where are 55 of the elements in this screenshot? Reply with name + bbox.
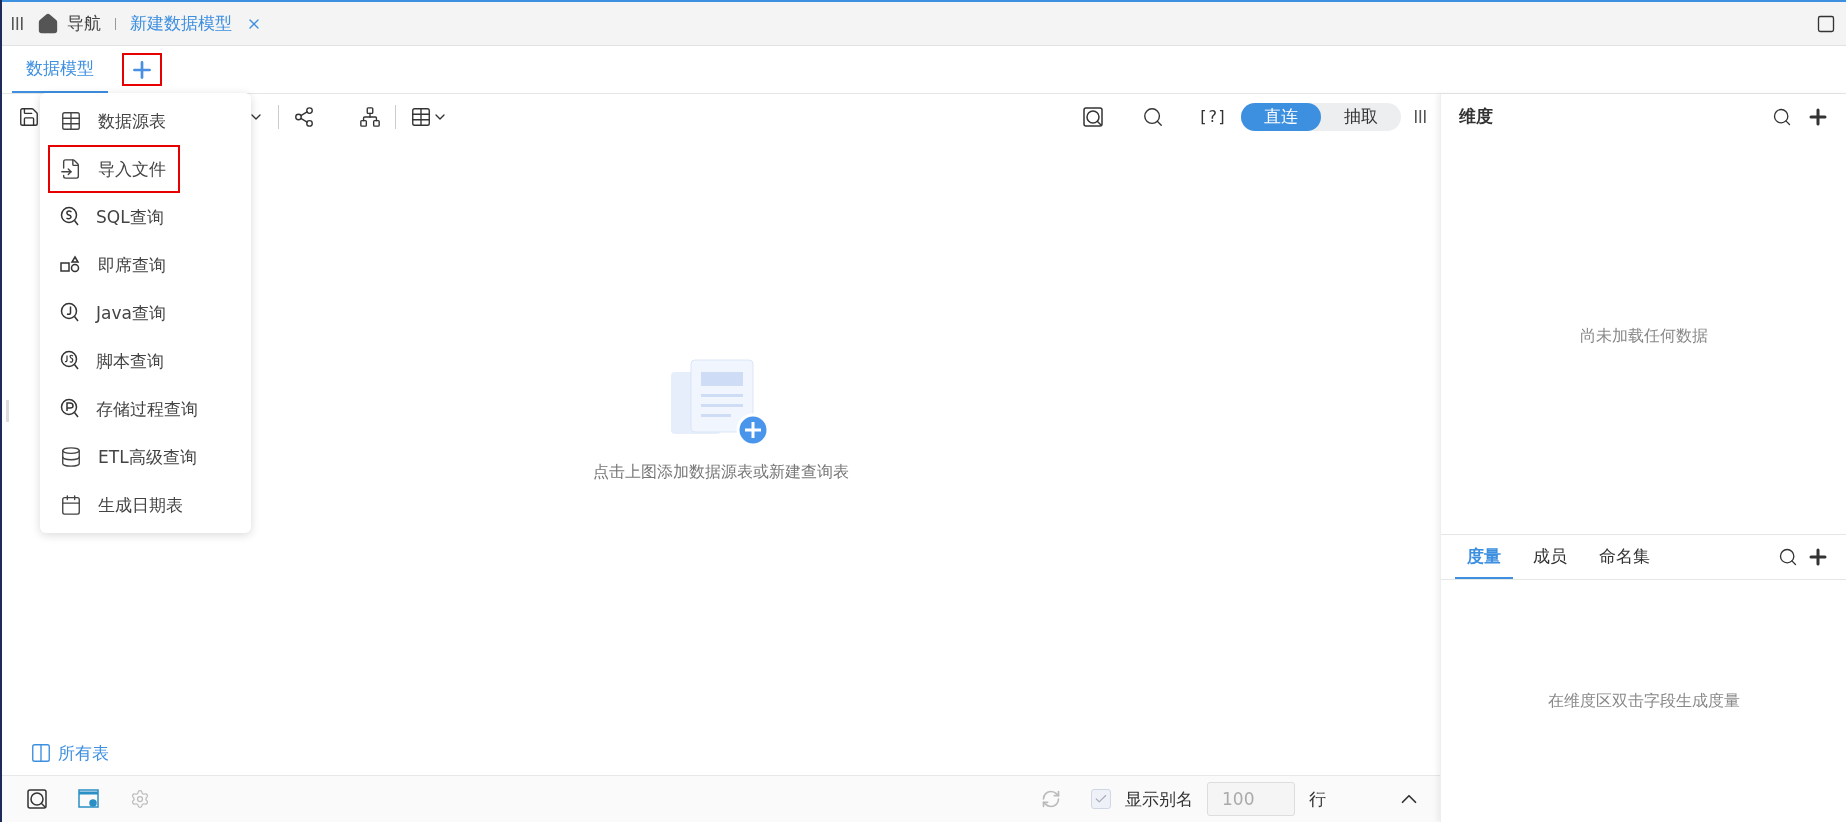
empty-message: 在维度区双击字段生成度量 xyxy=(1547,690,1740,712)
empty-message: 尚未加载任何数据 xyxy=(1579,326,1708,347)
alias-label: 显示别名 xyxy=(1125,787,1193,811)
menu-item[interactable]: 存储过程查询 xyxy=(48,385,243,433)
calendar-icon xyxy=(60,494,82,516)
columns-icon xyxy=(30,742,52,764)
settings-icon xyxy=(130,789,150,809)
search-icon xyxy=(1142,105,1165,128)
mode-toggle[interactable]: 抽取 xyxy=(1321,102,1401,131)
nav-label: 导航 xyxy=(67,12,101,35)
menu-item[interactable]: 导入文件 xyxy=(48,145,180,193)
window-settings-button[interactable] xyxy=(78,788,100,810)
empty-hint: 点击上图添加数据源表或新建查询表 xyxy=(593,461,849,483)
sql-query-icon xyxy=(60,206,80,228)
add-button[interactable] xyxy=(122,53,162,86)
refresh-icon xyxy=(1041,789,1061,809)
panel-tab[interactable]: 成员 xyxy=(1521,535,1579,579)
nodes-icon xyxy=(293,105,315,128)
menu-item[interactable]: Java查询 xyxy=(48,289,243,337)
nav-link[interactable]: 导航 xyxy=(37,12,101,35)
panel-title: 维度 xyxy=(1459,105,1493,128)
table-icon xyxy=(410,105,432,128)
network-button[interactable] xyxy=(293,105,315,128)
procedure-query-icon xyxy=(60,398,80,420)
menu-item[interactable]: 生成日期表 xyxy=(48,481,243,529)
search-icon[interactable] xyxy=(1778,547,1798,567)
all-tables-label: 所有表 xyxy=(58,741,109,765)
search-icon[interactable] xyxy=(1772,106,1792,127)
menu-item[interactable]: ETL高级查询 xyxy=(48,433,243,481)
maximize-icon[interactable] xyxy=(1816,13,1836,34)
table-icon xyxy=(60,110,82,132)
menu-item[interactable]: 即席查询 xyxy=(48,241,243,289)
database-icon xyxy=(60,446,82,468)
help-button[interactable]: [?] xyxy=(1198,107,1227,126)
menu-item[interactable]: 数据源表 xyxy=(48,97,243,145)
file-import-icon xyxy=(60,158,82,180)
grip-icon[interactable] xyxy=(1415,110,1426,123)
check-icon xyxy=(1094,792,1108,806)
hierarchy-icon xyxy=(359,105,381,128)
network-button[interactable] xyxy=(359,105,381,128)
home-icon xyxy=(37,12,59,35)
preview-icon[interactable] xyxy=(26,788,48,810)
chart-search-button[interactable] xyxy=(1142,105,1165,128)
resize-handle[interactable] xyxy=(6,400,9,422)
preview-icon[interactable] xyxy=(1082,105,1105,128)
script-query-icon xyxy=(60,350,80,372)
save-icon[interactable] xyxy=(18,105,40,128)
shapes-icon xyxy=(60,255,82,275)
menu-item[interactable]: 脚本查询 xyxy=(48,337,243,385)
row-unit-label: 行 xyxy=(1309,787,1326,811)
java-query-icon xyxy=(60,302,80,324)
grip-icon[interactable] xyxy=(12,17,23,30)
menu-item[interactable]: SQL查询 xyxy=(48,193,243,241)
panel-tab[interactable]: 命名集 xyxy=(1587,535,1662,579)
window-gear-icon xyxy=(78,788,100,810)
